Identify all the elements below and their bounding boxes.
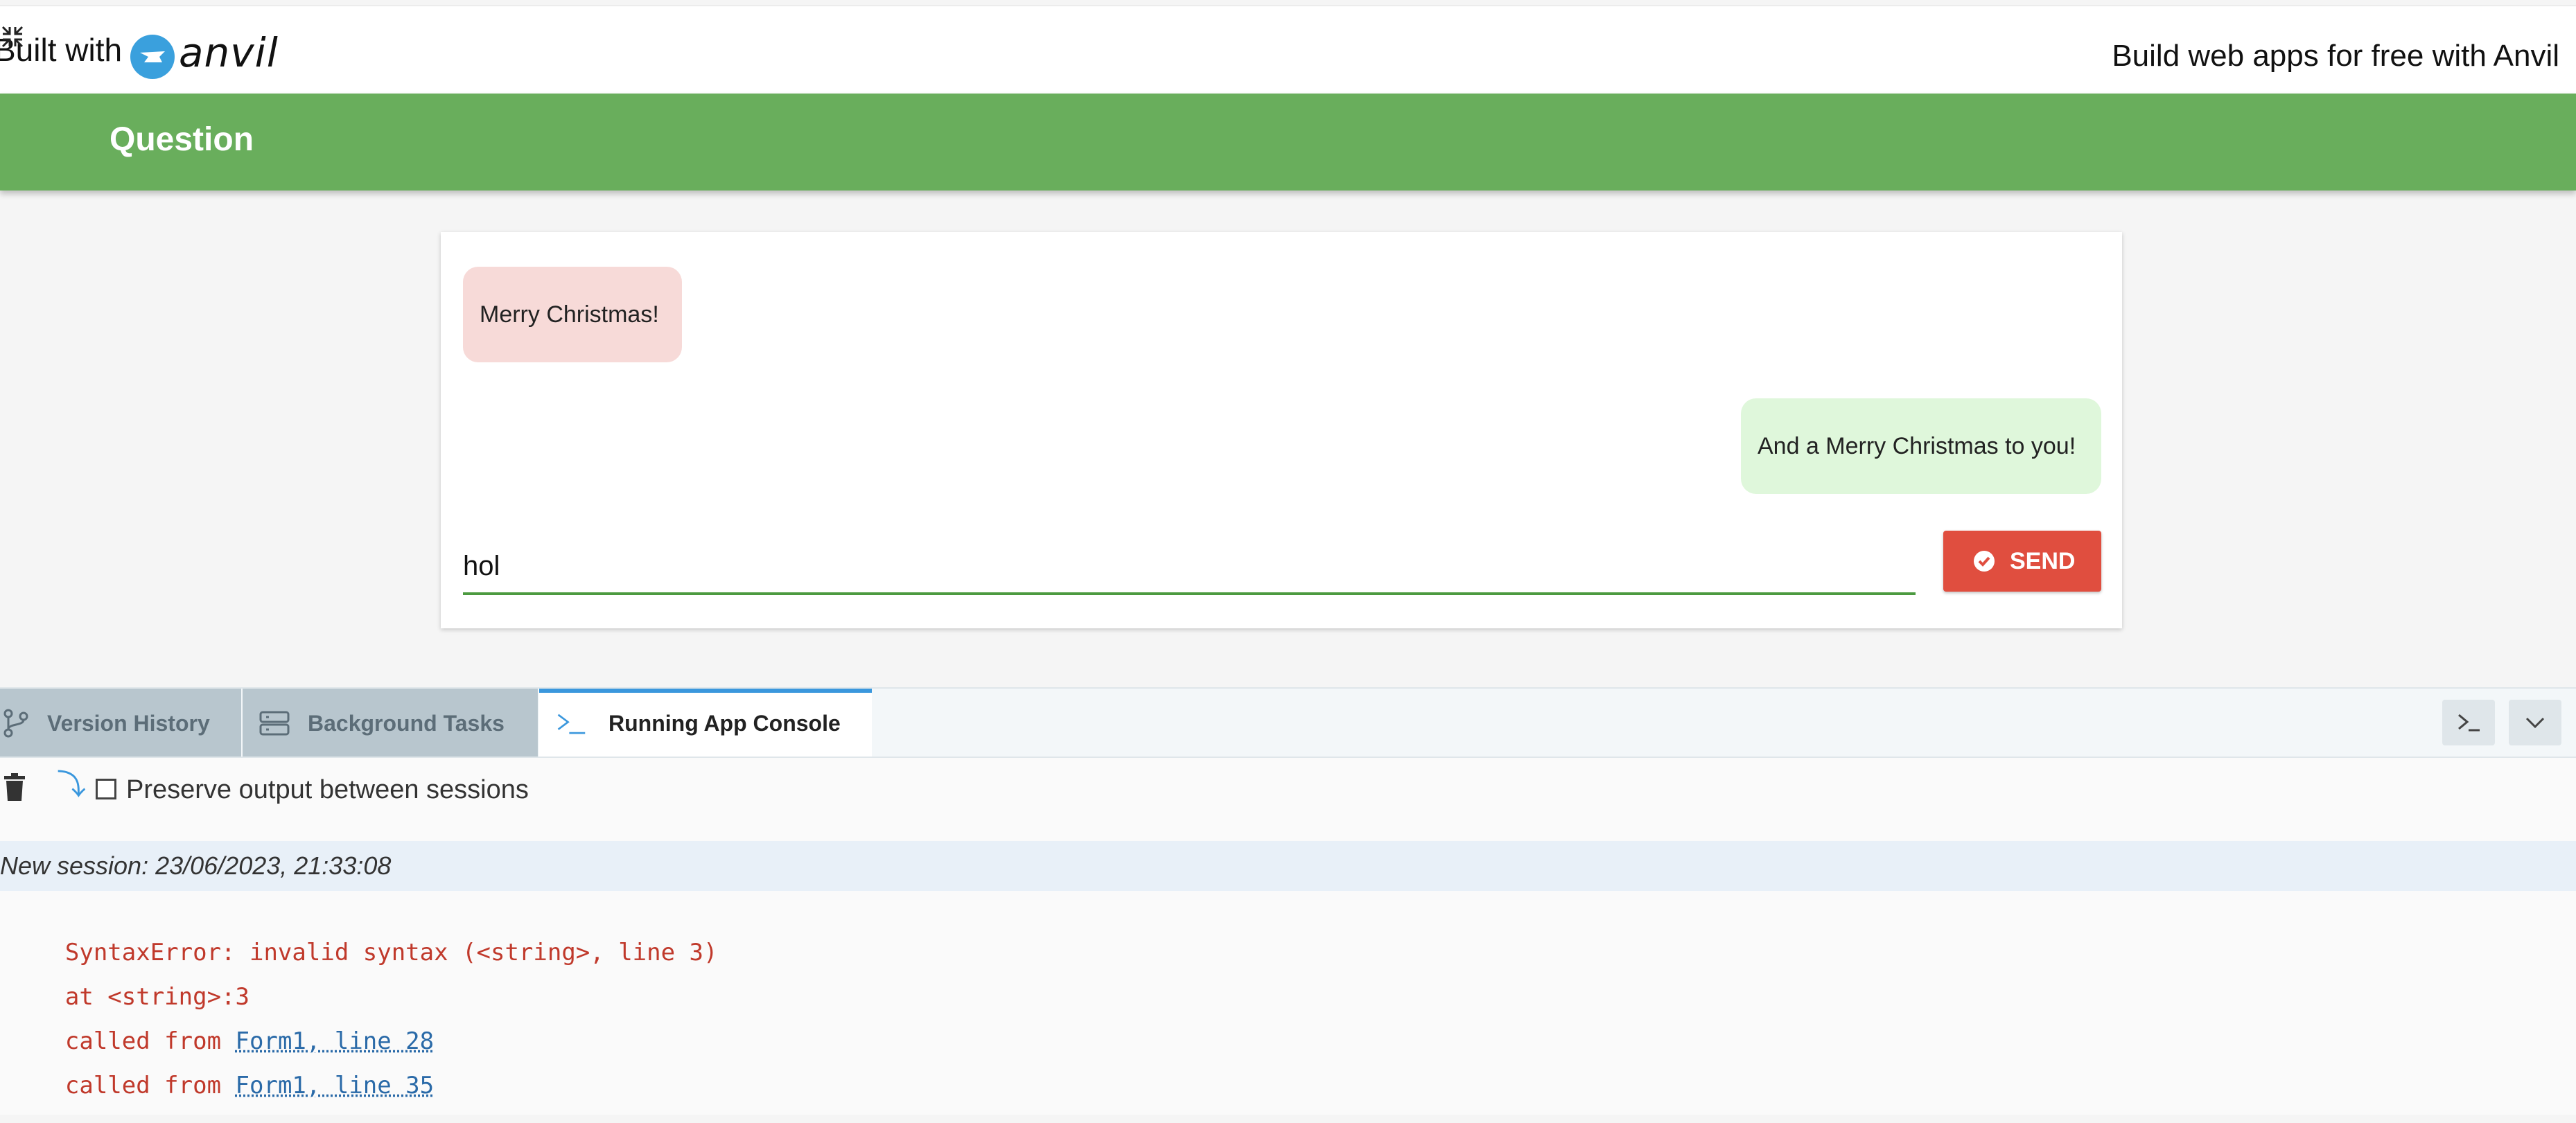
send-label: SEND xyxy=(2010,548,2076,574)
scroll-to-bottom-icon[interactable]: ⤵ xyxy=(57,770,86,799)
expand-icon[interactable] xyxy=(0,24,25,49)
message-bubble-outgoing: And a Merry Christmas to you! xyxy=(1741,398,2101,494)
preserve-output-label[interactable]: Preserve output between sessions xyxy=(126,777,529,803)
message-text: Merry Christmas! xyxy=(480,301,659,328)
console-panel: Version History Background Tasks Running… xyxy=(0,687,2576,1115)
chevron-down-icon xyxy=(2525,717,2545,729)
anvil-brand[interactable]: anvil xyxy=(179,33,279,73)
message-input[interactable] xyxy=(463,540,1916,595)
terminal-button[interactable] xyxy=(2442,700,2495,745)
traceback-prefix: called from xyxy=(64,1072,236,1099)
app-header: Question xyxy=(0,94,2576,191)
anvil-logo-icon[interactable] xyxy=(130,35,175,79)
browser-top-strip xyxy=(0,0,2576,6)
built-with-bar: Built with anvil Build web apps for free… xyxy=(0,6,2576,94)
chat-card: Merry Christmas! And a Merry Christmas t… xyxy=(441,232,2122,628)
session-timestamp: New session: 23/06/2023, 21:33:08 xyxy=(0,851,392,880)
collapse-button[interactable] xyxy=(2509,700,2561,745)
check-circle-icon xyxy=(1974,551,1995,572)
tab-label: Running App Console xyxy=(608,711,841,736)
console-tab-bar: Version History Background Tasks Running… xyxy=(0,689,2576,758)
send-button[interactable]: SEND xyxy=(1943,531,2101,592)
tab-background-tasks[interactable]: Background Tasks xyxy=(243,689,538,757)
message-text: And a Merry Christmas to you! xyxy=(1758,433,2076,459)
preserve-output-checkbox[interactable] xyxy=(96,779,116,799)
trash-icon[interactable] xyxy=(3,773,26,801)
traceback-link[interactable]: Form1, line 35 xyxy=(236,1072,435,1099)
page-title: Question xyxy=(109,121,254,158)
tasks-icon xyxy=(259,711,290,736)
tab-running-app-console[interactable]: Running App Console xyxy=(539,689,872,757)
console-output-line: called from Form1, line 35 xyxy=(8,1050,434,1121)
promo-link[interactable]: Build web apps for free with Anvil xyxy=(2112,41,2559,71)
terminal-icon xyxy=(557,714,586,734)
tab-label: Version History xyxy=(47,711,210,736)
session-header: New session: 23/06/2023, 21:33:08 xyxy=(0,841,2576,891)
tab-version-history[interactable]: Version History xyxy=(0,689,241,757)
branch-icon xyxy=(3,709,28,738)
tab-label: Background Tasks xyxy=(308,711,505,736)
message-bubble-incoming: Merry Christmas! xyxy=(463,267,682,362)
console-toolbar: ⤵ Preserve output between sessions xyxy=(0,758,2576,817)
terminal-icon xyxy=(2458,714,2480,732)
